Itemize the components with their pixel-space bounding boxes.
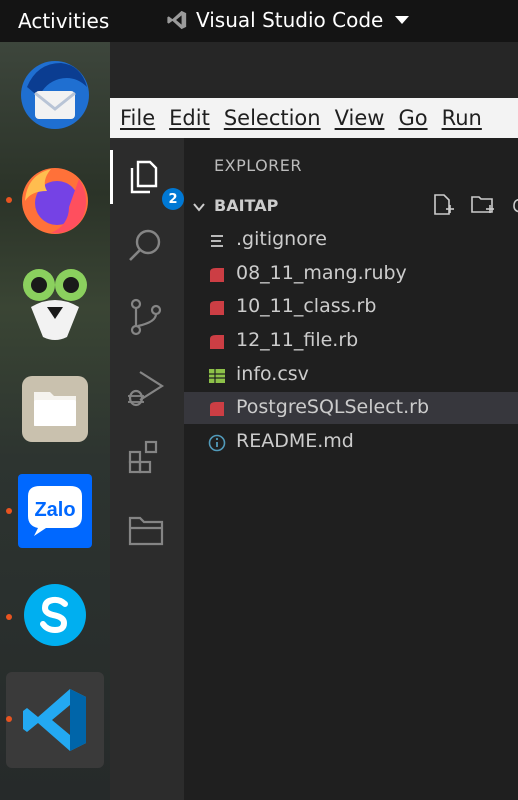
app-menu[interactable]: Visual Studio Code bbox=[166, 8, 410, 32]
search-icon bbox=[129, 229, 161, 261]
thunderbird-icon bbox=[21, 61, 89, 129]
file-item[interactable]: 12_11_file.rb bbox=[184, 325, 518, 357]
vscode-icon bbox=[23, 689, 86, 751]
table-icon bbox=[209, 369, 225, 383]
files-explorer-icon bbox=[130, 160, 158, 194]
active-indicator bbox=[110, 150, 113, 204]
run-debug-icon bbox=[128, 371, 165, 407]
file-item[interactable]: info.csv bbox=[184, 359, 518, 391]
activities-button[interactable]: Activities bbox=[18, 9, 109, 33]
vscode-window: File Edit Selection View Go Run 2 EXPLOR… bbox=[110, 42, 518, 800]
dock-vscode[interactable] bbox=[6, 672, 104, 768]
source-control-icon bbox=[130, 298, 162, 336]
file-name: 08_11_mang.ruby bbox=[236, 262, 407, 284]
menu-selection[interactable]: Selection bbox=[224, 106, 321, 130]
new-file-icon[interactable] bbox=[430, 192, 456, 218]
window-titlebar bbox=[110, 42, 518, 98]
menu-edit[interactable]: Edit bbox=[169, 106, 210, 130]
menu-file[interactable]: File bbox=[120, 106, 155, 130]
zalo-icon: Zalo bbox=[18, 474, 92, 548]
ruby-icon bbox=[210, 301, 224, 315]
file-item[interactable]: README.md bbox=[184, 426, 518, 458]
vscode-small-icon bbox=[167, 10, 187, 30]
ruby-icon bbox=[210, 402, 224, 416]
file-item[interactable]: 08_11_mang.ruby bbox=[184, 258, 518, 290]
explorer-activity[interactable]: 2 bbox=[126, 156, 184, 210]
file-name: .gitignore bbox=[236, 228, 327, 250]
dock-files[interactable] bbox=[14, 368, 96, 450]
file-item[interactable]: .gitignore bbox=[184, 224, 518, 256]
dock-skype[interactable] bbox=[14, 574, 96, 656]
search-activity[interactable] bbox=[126, 226, 168, 268]
ruby-icon bbox=[210, 268, 224, 282]
dock-firefox[interactable] bbox=[14, 158, 96, 240]
firefox-icon bbox=[22, 168, 88, 234]
info-icon bbox=[208, 434, 226, 452]
file-name: PostgreSQLSelect.rb bbox=[236, 396, 430, 418]
file-item[interactable]: 10_11_class.rb bbox=[184, 291, 518, 323]
explorer-sidebar: EXPLORER BAITAP .gitignore 08_11_mang.ru… bbox=[184, 138, 518, 800]
file-name: 12_11_file.rb bbox=[236, 329, 359, 351]
file-name: 10_11_class.rb bbox=[236, 295, 377, 317]
chevron-down-icon bbox=[395, 16, 410, 24]
app-name: Visual Studio Code bbox=[196, 8, 384, 32]
menu-run[interactable]: Run bbox=[442, 106, 482, 130]
explorer-badge: 2 bbox=[162, 188, 184, 210]
menu-view[interactable]: View bbox=[335, 106, 385, 130]
activity-bar: 2 bbox=[110, 138, 184, 800]
cheese-webcam-icon bbox=[23, 269, 87, 340]
files-icon bbox=[22, 376, 88, 442]
dock-cheese[interactable] bbox=[14, 262, 96, 344]
file-item-selected[interactable]: PostgreSQLSelect.rb bbox=[184, 392, 518, 424]
lines-icon bbox=[211, 235, 223, 247]
dock-thunderbird[interactable] bbox=[14, 54, 96, 136]
running-indicator bbox=[6, 197, 12, 203]
extensions-activity[interactable] bbox=[126, 438, 168, 480]
menu-go[interactable]: Go bbox=[398, 106, 427, 130]
refresh-icon[interactable] bbox=[510, 192, 518, 218]
skype-icon bbox=[24, 584, 86, 646]
dock: Zalo bbox=[0, 42, 110, 800]
run-debug-activity[interactable] bbox=[126, 368, 168, 410]
chevron-down-icon bbox=[193, 203, 205, 212]
running-indicator bbox=[6, 508, 12, 514]
folder-icon bbox=[128, 516, 164, 546]
ruby-icon bbox=[210, 335, 224, 349]
file-name: README.md bbox=[236, 430, 354, 452]
extensions-icon bbox=[128, 440, 158, 474]
source-control-activity[interactable] bbox=[126, 296, 168, 338]
explorer-title: EXPLORER bbox=[214, 156, 302, 175]
remote-explorer-activity[interactable] bbox=[126, 510, 168, 552]
dock-zalo[interactable]: Zalo bbox=[14, 470, 96, 552]
running-indicator bbox=[6, 716, 12, 722]
folder-name: BAITAP bbox=[214, 196, 279, 215]
new-folder-icon[interactable] bbox=[470, 192, 496, 218]
file-name: info.csv bbox=[236, 363, 309, 385]
menubar: File Edit Selection View Go Run bbox=[110, 98, 518, 138]
folder-actions bbox=[430, 192, 518, 218]
zalo-label: Zalo bbox=[34, 499, 75, 521]
running-indicator bbox=[6, 614, 12, 620]
top-bar: Activities Visual Studio Code bbox=[0, 0, 518, 42]
folder-header[interactable]: BAITAP bbox=[184, 192, 518, 222]
